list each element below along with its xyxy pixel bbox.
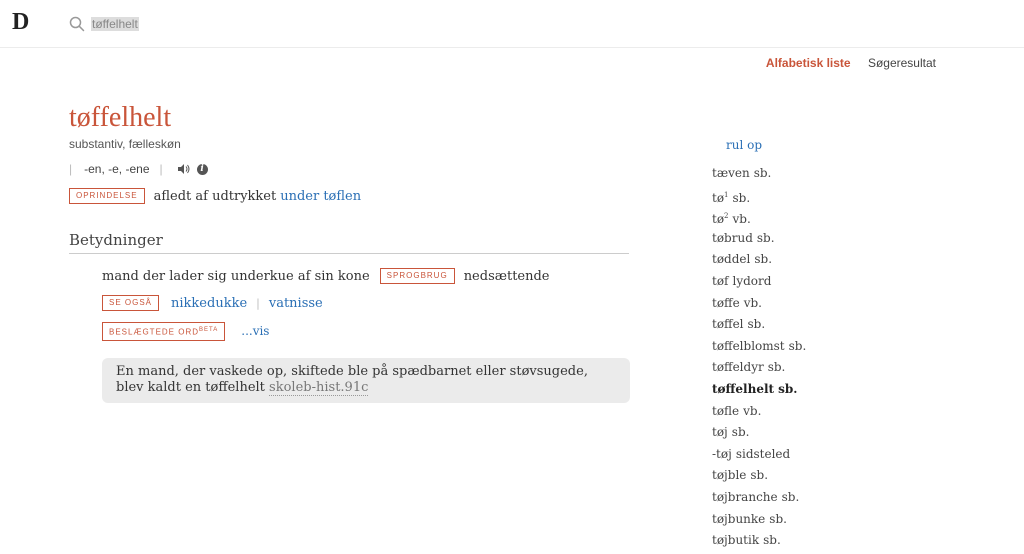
list-item[interactable]: tøjbranche sb. (712, 489, 806, 511)
word-pos: sb. (756, 230, 775, 245)
word: tøjbranche (712, 489, 778, 504)
homograph-number: 1 (724, 190, 729, 199)
origin-link[interactable]: under tøflen (280, 189, 361, 204)
origin-tag[interactable]: OPRINDELSE (69, 188, 145, 204)
word: tøjbutik (712, 533, 760, 548)
word: tøffelblomst (712, 338, 785, 353)
list-item[interactable]: tøddel sb. (712, 251, 806, 273)
list-item[interactable]: tøjble sb. (712, 467, 806, 489)
word: tøffel (712, 317, 744, 332)
word: tøffeldyr (712, 360, 764, 375)
list-item[interactable]: tøjbunke sb. (712, 511, 806, 533)
list-item[interactable]: tøjbutik sb. (712, 532, 806, 554)
word-pos: vb. (743, 403, 762, 418)
word-pos: sb. (750, 468, 769, 483)
word-pos: vb. (732, 212, 751, 227)
word-pos: sb. (754, 252, 773, 267)
list-item[interactable]: tøffe vb. (712, 295, 806, 317)
word: tøffe (712, 295, 740, 310)
section-title-meanings: Betydninger (69, 231, 163, 249)
tab-search-results[interactable]: Søgeresultat (868, 56, 936, 70)
word: tøf (712, 273, 729, 288)
list-item[interactable]: tøbrud sb. (712, 230, 806, 252)
see-also-row: SE OGSÅ nikkedukke | vatnisse (102, 295, 323, 311)
list-item[interactable]: tæven sb. (712, 165, 806, 187)
definition-text: mand der lader sig underkue af sin kone (102, 268, 370, 284)
word-pos: sb. (778, 381, 798, 396)
origin-row: OPRINDELSE afledt af udtrykket under tøf… (69, 188, 361, 204)
word-pos: sidsteled (735, 446, 791, 461)
divider: | (159, 162, 163, 176)
word-pos: sb. (753, 166, 772, 180)
info-icon[interactable]: i (196, 163, 208, 175)
top-bar: D tøffelhelt (0, 0, 1024, 48)
divider: | (69, 162, 73, 176)
usage-tag[interactable]: SPROGBRUG (379, 268, 455, 284)
list-item[interactable]: tøj sb. (712, 424, 806, 446)
list-item[interactable]: tøffelhelt sb. (712, 381, 806, 403)
page-title: tøffelhelt (69, 102, 172, 133)
word: tæven (712, 166, 750, 180)
alphabetical-word-list: tæven sb. tø1 sb. tø2 vb. tøbrud sb. tøddel sb. tø… (712, 165, 806, 554)
word: tøbrud (712, 230, 753, 245)
search-input[interactable]: tøffelhelt (91, 17, 139, 31)
word: tøffelhelt (712, 381, 775, 396)
list-item[interactable]: tø1 sb. (712, 187, 806, 209)
see-also-link[interactable]: vatnisse (269, 296, 323, 311)
word-pos: sb. (763, 533, 781, 548)
word: tøjble (712, 468, 747, 483)
site-logo[interactable]: D (12, 9, 29, 36)
scroll-up-link[interactable]: rul op (726, 138, 762, 152)
list-item[interactable]: tøffelblomst sb. (712, 338, 806, 360)
word: tøjbunke (712, 511, 766, 526)
list-item[interactable]: tøffel sb. (712, 316, 806, 338)
word: tø (712, 190, 725, 205)
example-quote: En mand, der vaskede op, skiftede ble på… (102, 358, 630, 403)
related-words-tag[interactable]: BESLÆGTEDE ORDBETA (102, 322, 226, 341)
word-pos: sb. (747, 317, 766, 332)
part-of-speech: substantiv, fælleskøn (69, 137, 181, 151)
word: tøddel (712, 252, 751, 267)
list-item[interactable]: tøfle vb. (712, 403, 806, 425)
word-pos: sb. (788, 338, 807, 353)
word: tøj (712, 425, 728, 440)
search-icon (69, 16, 85, 32)
beta-label: BETA (199, 327, 219, 333)
word-pos: sb. (781, 489, 800, 504)
related-words-tag-label: BESLÆGTEDE ORD (109, 327, 200, 337)
word-pos: sb. (767, 360, 786, 375)
word: tøfle (712, 403, 740, 418)
usage-value: nedsættende (463, 268, 550, 284)
list-item[interactable]: -tøj sidsteled (712, 446, 806, 468)
word-pos: sb. (732, 190, 751, 205)
see-also-tag: SE OGSÅ (102, 295, 160, 311)
quote-source[interactable]: skoleb-hist.91c (269, 380, 369, 396)
see-also-link[interactable]: nikkedukke (171, 296, 247, 311)
tab-alphabetical-list[interactable]: Alfabetisk liste (766, 56, 851, 70)
word-pos: vb. (743, 295, 762, 310)
section-divider (69, 253, 629, 254)
word-pos: lydord (732, 273, 772, 288)
list-item[interactable]: tø2 vb. (712, 208, 806, 230)
related-words-row: BESLÆGTEDE ORDBETA ...vis (102, 322, 269, 341)
show-related-link[interactable]: ...vis (241, 324, 269, 338)
inflection: -en, -e, -ene (84, 162, 150, 176)
view-tabs: Alfabetisk liste Søgeresultat (752, 56, 936, 70)
word-pos: sb. (769, 511, 787, 526)
homograph-number: 2 (724, 212, 729, 221)
inflection-row: | -en, -e, -ene | i (69, 162, 208, 176)
divider: | (256, 296, 260, 310)
speaker-icon[interactable] (177, 163, 191, 175)
list-item[interactable]: tøffeldyr sb. (712, 359, 806, 381)
definition: mand der lader sig underkue af sin kone … (102, 268, 550, 284)
word-pos: sb. (731, 425, 750, 440)
word: -tøj (712, 446, 732, 461)
origin-text: afledt af udtrykket (153, 188, 277, 204)
list-item[interactable]: tøf lydord (712, 273, 806, 295)
word: tø (712, 212, 725, 227)
